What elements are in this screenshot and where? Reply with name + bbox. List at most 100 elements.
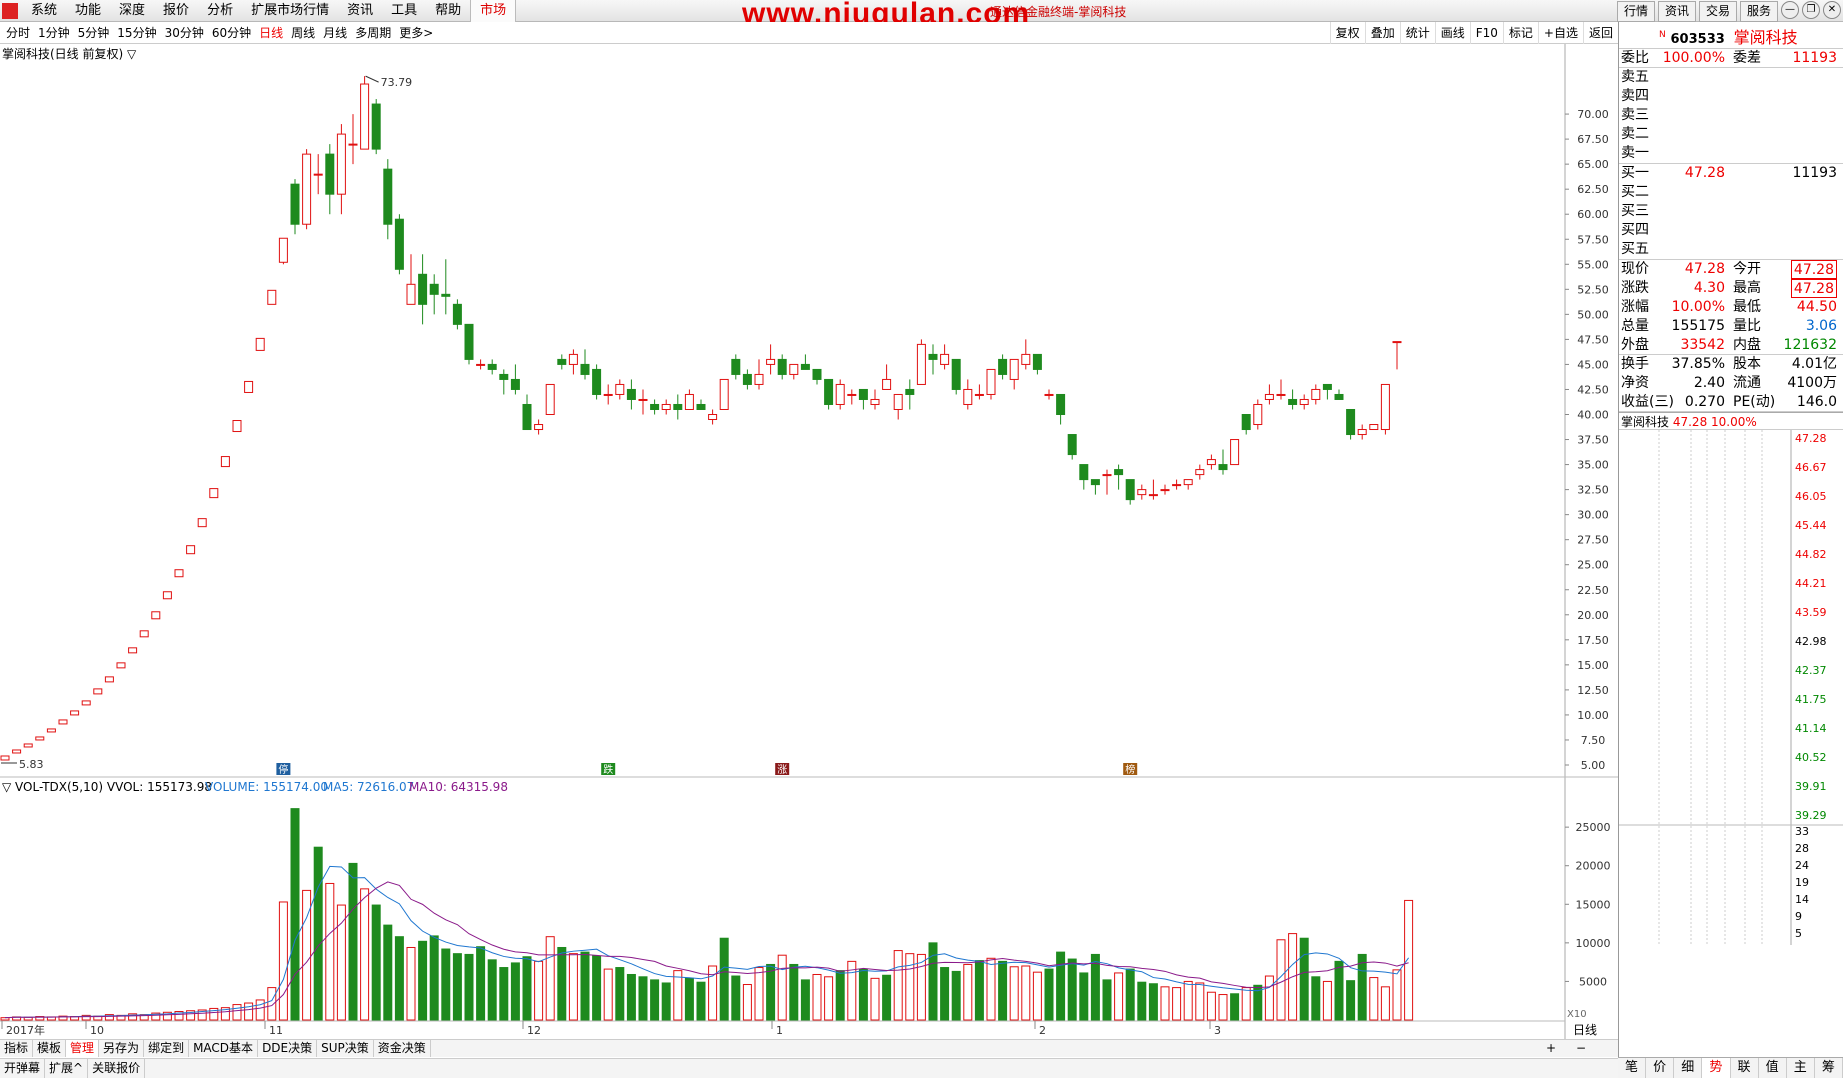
period-tab-8[interactable]: 月线 [319, 22, 351, 44]
trade-tab-button[interactable]: 交易 [1698, 1, 1737, 22]
menu-item-4[interactable]: 分析 [198, 0, 242, 22]
intraday-mini-chart[interactable]: 47.28 46.67 46.05 45.44 44.82 44.21 43.59 42.98… [1619, 430, 1843, 945]
volume-bar [1160, 986, 1170, 1021]
stat-label: 换手 [1621, 356, 1649, 372]
weicha-value: 11193 [1792, 50, 1837, 66]
restore-icon[interactable]: ❐ [1802, 1, 1820, 19]
chart-tool-1[interactable]: 叠加 [1364, 22, 1400, 44]
buy-row: 买四 [1619, 221, 1843, 240]
candle-body [1195, 469, 1205, 476]
quote-tab-0[interactable]: 笔 [1618, 1058, 1647, 1078]
menu-item-2[interactable]: 深度 [110, 0, 154, 22]
period-tab-9[interactable]: 多周期 [351, 22, 395, 44]
price-tick-label: 52.50 [1577, 283, 1609, 296]
close-icon[interactable]: ✕ [1823, 1, 1841, 19]
quote-tab-7[interactable]: 筹 [1814, 1058, 1843, 1078]
stat-row: 现价 47.28 今开 47.28 [1619, 260, 1843, 279]
menu-item-7[interactable]: 工具 [382, 0, 426, 22]
candle-body [371, 103, 381, 150]
volume-bar [348, 862, 358, 1021]
bottom-tab-2[interactable]: 关联报价 [88, 1059, 146, 1078]
stat-cell: 量比 3.06 [1731, 317, 1843, 336]
mini-tick-label: 24 [1795, 859, 1809, 872]
candle-body [1334, 393, 1344, 400]
quote-tab-1[interactable]: 价 [1646, 1058, 1675, 1078]
candle-body [928, 353, 938, 360]
stat-value: 121632 [1783, 337, 1837, 353]
zoom-in-button[interactable]: + [1538, 1041, 1564, 1055]
candle-body [731, 358, 741, 375]
indicator-tab-1[interactable]: 模板 [33, 1040, 67, 1057]
period-tab-5[interactable]: 60分钟 [208, 22, 255, 44]
indicator-tab-6[interactable]: DDE决策 [258, 1040, 318, 1057]
bottom-tab-1[interactable]: 扩展^ [45, 1059, 89, 1078]
menu-item-6[interactable]: 资讯 [338, 0, 382, 22]
period-tab-2[interactable]: 5分钟 [74, 22, 114, 44]
period-tab-10[interactable]: 更多> [395, 22, 437, 44]
zoom-out-button[interactable]: − [1568, 1041, 1594, 1055]
chart-tool-4[interactable]: F10 [1469, 22, 1503, 44]
period-tab-3[interactable]: 15分钟 [113, 22, 160, 44]
chart-tool-2[interactable]: 统计 [1399, 22, 1435, 44]
quote-tab-2[interactable]: 细 [1674, 1058, 1703, 1078]
quote-tab-5[interactable]: 值 [1758, 1058, 1787, 1078]
period-tab-7[interactable]: 周线 [287, 22, 319, 44]
mini-tick-label: 42.37 [1795, 664, 1827, 677]
volume-bar [580, 951, 590, 1021]
buy-vol-cell [1731, 240, 1843, 259]
indicator-tab-3[interactable]: 另存为 [99, 1040, 145, 1057]
candle-body [1206, 459, 1216, 466]
quote-tab-3[interactable]: 势 [1702, 1058, 1731, 1078]
indicator-tab-5[interactable]: MACD基本 [189, 1040, 259, 1057]
volume-bar [360, 888, 370, 1021]
indicator-tab-4[interactable]: 绑定到 [144, 1040, 190, 1057]
candle-body [487, 363, 497, 370]
indicator-tab-7[interactable]: SUP决策 [317, 1040, 374, 1057]
chart-tool-7[interactable]: 返回 [1582, 22, 1618, 44]
news-tab-button[interactable]: 资讯 [1657, 1, 1696, 22]
candle-body [58, 719, 68, 725]
menu-item-1[interactable]: 功能 [66, 0, 110, 22]
quote-tab-6[interactable]: 主 [1786, 1058, 1815, 1078]
chart-tool-5[interactable]: 标记 [1502, 22, 1538, 44]
kline-chart[interactable]: 掌阅科技(日线 前复权) ▽ 70.00 67.50 65.00 62.50 60.00 5… [0, 44, 1618, 1039]
menu-item-8[interactable]: 帮助 [426, 0, 470, 22]
volume-bar [290, 808, 300, 1021]
minimize-icon[interactable]: — [1781, 1, 1799, 19]
stat-row: 总量 155175 量比 3.06 [1619, 317, 1843, 336]
quote-tab-4[interactable]: 联 [1730, 1058, 1759, 1078]
bottom-tab-0[interactable]: 开弹幕 [0, 1059, 46, 1078]
indicator-tab-0[interactable]: 指标 [0, 1040, 34, 1057]
stat-value: 44.50 [1796, 299, 1837, 315]
menu-item-3[interactable]: 报价 [154, 0, 198, 22]
period-tab-4[interactable]: 30分钟 [161, 22, 208, 44]
market-menu[interactable]: 市场 [470, 0, 517, 22]
price-tick-label: 17.50 [1577, 634, 1609, 647]
chart-tool-3[interactable]: 画线 [1434, 22, 1470, 44]
price-tick-label: 20.00 [1577, 609, 1609, 622]
period-tab-6[interactable]: 日线 [255, 22, 287, 44]
volume-bar [1334, 960, 1344, 1021]
buy-label: 买一 [1621, 165, 1649, 181]
indicator-tab-8[interactable]: 资金决策 [374, 1040, 431, 1057]
chart-tool-6[interactable]: +自选 [1537, 22, 1583, 44]
chart-tool-0[interactable]: 复权 [1329, 22, 1365, 44]
service-tab-button[interactable]: 服务 [1739, 1, 1778, 22]
zoom-controls[interactable]: + − [1534, 1040, 1598, 1057]
candle-body [1067, 434, 1077, 456]
quote-tab-button[interactable]: 行情 [1616, 1, 1655, 22]
period-tab-1[interactable]: 1分钟 [34, 22, 74, 44]
period-tab-0[interactable]: 分时 [2, 22, 34, 44]
volume-unit: X10 [1567, 1009, 1587, 1020]
candle-body [278, 237, 288, 263]
candle-body [151, 611, 161, 620]
mini-tick-label: 44.82 [1795, 548, 1827, 561]
price-tick-label: 67.50 [1577, 133, 1609, 146]
candle-body [1253, 403, 1263, 426]
candle-body [858, 388, 868, 400]
indicator-tab-2[interactable]: 管理 [66, 1040, 100, 1057]
volume-bar [1299, 937, 1309, 1021]
sell-row: 卖四 [1619, 87, 1843, 106]
menu-item-0[interactable]: 系统 [22, 0, 66, 22]
menu-item-5[interactable]: 扩展市场行情 [242, 0, 338, 22]
